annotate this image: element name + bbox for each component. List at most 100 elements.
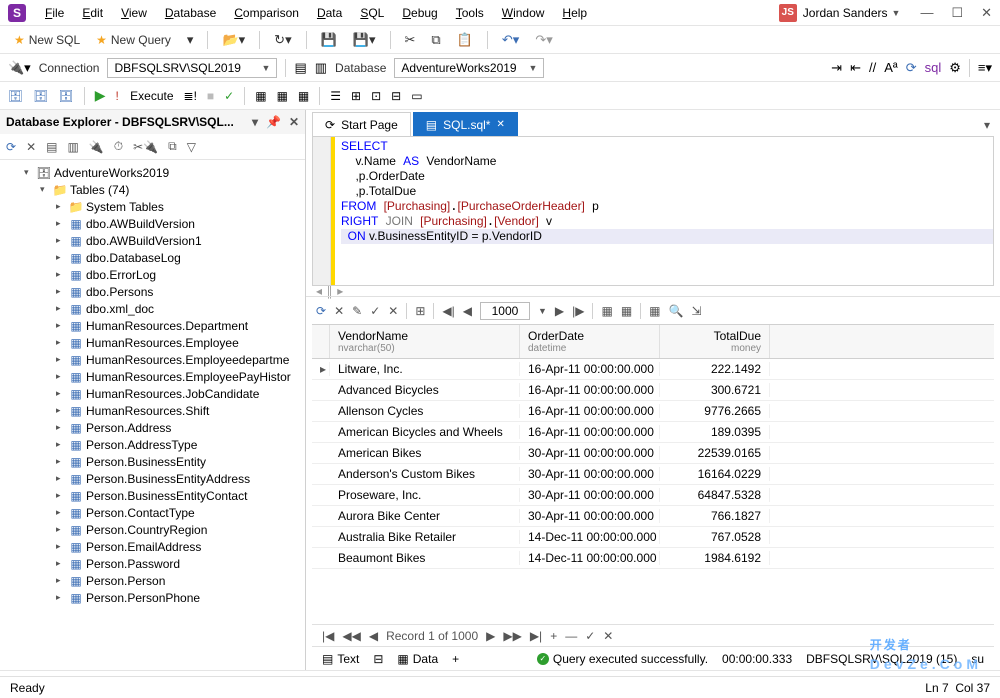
- last-page-icon[interactable]: |▶: [572, 304, 584, 318]
- tree-table[interactable]: ▸▦Person.PersonPhone: [0, 589, 305, 606]
- db-action-3[interactable]: 🗄: [58, 89, 73, 103]
- grid-row[interactable]: ▸Litware, Inc.16-Apr-11 00:00:00.000222.…: [312, 359, 994, 380]
- menu-tools[interactable]: Tools: [447, 6, 493, 20]
- grid-row[interactable]: Advanced Bicycles16-Apr-11 00:00:00.0003…: [312, 380, 994, 401]
- tree-table[interactable]: ▸▦dbo.AWBuildVersion: [0, 215, 305, 232]
- grid-row[interactable]: Aurora Bike Center30-Apr-11 00:00:00.000…: [312, 506, 994, 527]
- tab-close-icon[interactable]: ✕: [496, 119, 504, 130]
- results-grid[interactable]: VendorNamenvarchar(50) OrderDatedatetime…: [312, 324, 994, 670]
- page-size-input[interactable]: [480, 302, 530, 320]
- tree-table[interactable]: ▸▦HumanResources.Department: [0, 317, 305, 334]
- undo-icon[interactable]: ↶▾: [496, 30, 525, 50]
- tree-system-tables[interactable]: ▸📁System Tables: [0, 198, 305, 215]
- save-all-icon[interactable]: 💾▾: [347, 30, 382, 50]
- case-icon[interactable]: Aª: [884, 60, 897, 75]
- menu-debug[interactable]: Debug: [393, 6, 446, 20]
- check-icon[interactable]: ✓: [224, 89, 234, 103]
- plug-icon[interactable]: 🔌▾: [8, 60, 31, 76]
- explorer-dropdown-icon[interactable]: ▾: [252, 115, 258, 129]
- filter-icon-1[interactable]: ▥: [67, 140, 78, 154]
- database-tree[interactable]: ▾🗄AdventureWorks2019 ▾📁Tables (74) ▸📁Sys…: [0, 160, 305, 670]
- tree-table[interactable]: ▸▦Person.ContactType: [0, 504, 305, 521]
- explorer-close-icon[interactable]: ✕: [289, 115, 299, 129]
- layout-icon-1[interactable]: ▦: [601, 304, 612, 318]
- filter-icon-2[interactable]: ▽: [187, 140, 196, 154]
- rollback-icon[interactable]: ✕: [388, 304, 398, 318]
- copy-icon[interactable]: ⧉: [425, 30, 446, 50]
- find-icon[interactable]: 🔍: [669, 304, 684, 318]
- close-button[interactable]: ✕: [981, 5, 992, 21]
- sql-editor[interactable]: SELECT v.Name AS VendorName ,p.OrderDate…: [312, 136, 994, 286]
- tree-table[interactable]: ▸▦Person.EmailAddress: [0, 538, 305, 555]
- plug-icon-2[interactable]: 🔌: [89, 140, 104, 154]
- view-icon-4[interactable]: ⊟: [391, 89, 401, 103]
- database-combo[interactable]: AdventureWorks2019▼: [394, 58, 544, 78]
- new-query-button[interactable]: ★New Query: [90, 31, 177, 49]
- db-action-2[interactable]: 🗄: [33, 89, 48, 103]
- format-icon-1[interactable]: ⇥: [831, 60, 842, 76]
- new-conn-icon[interactable]: ▤: [46, 140, 57, 154]
- pin-icon[interactable]: 📌: [266, 115, 281, 129]
- grid-row[interactable]: American Bicycles and Wheels16-Apr-11 00…: [312, 422, 994, 443]
- collapse-icon[interactable]: ✕: [26, 140, 36, 154]
- commit-icon[interactable]: ✓: [370, 304, 380, 318]
- next-page-icon[interactable]: ▶: [555, 304, 564, 318]
- user-name[interactable]: Jordan Sanders: [803, 6, 888, 20]
- tree-table[interactable]: ▸▦dbo.Persons: [0, 283, 305, 300]
- data-view-button[interactable]: ▦ Data: [397, 652, 438, 666]
- db-icon-1[interactable]: ▤: [294, 60, 306, 76]
- recent-icon[interactable]: ⏱: [114, 139, 123, 154]
- connection-combo[interactable]: DBFSQLSRV\SQL2019▼: [107, 58, 277, 78]
- toolbar-dropdown-1[interactable]: ▾: [181, 30, 200, 50]
- tree-table[interactable]: ▸▦Person.Password: [0, 555, 305, 572]
- view-icon-1[interactable]: ☰: [330, 89, 341, 103]
- db-action-1[interactable]: 🗄: [8, 89, 23, 103]
- tree-db-node[interactable]: ▾🗄AdventureWorks2019: [0, 164, 305, 181]
- page-size-dropdown[interactable]: ▼: [538, 306, 547, 316]
- new-sql-button[interactable]: ★New SQL: [8, 31, 86, 49]
- text-view-button[interactable]: ▤ Text: [322, 652, 359, 666]
- grid-row[interactable]: Anderson's Custom Bikes30-Apr-11 00:00:0…: [312, 464, 994, 485]
- export-icon[interactable]: ⇲: [691, 304, 701, 318]
- first-page-icon[interactable]: ◀|: [442, 304, 454, 318]
- paste-icon[interactable]: 📋: [451, 30, 479, 50]
- tree-table[interactable]: ▸▦HumanResources.Shift: [0, 402, 305, 419]
- menu-comparison[interactable]: Comparison: [225, 6, 308, 20]
- stop-icon[interactable]: ■: [207, 89, 214, 103]
- layout-icon-2[interactable]: ▦: [621, 304, 632, 318]
- tree-table[interactable]: ▸▦dbo.xml_doc: [0, 300, 305, 317]
- tree-table[interactable]: ▸▦dbo.ErrorLog: [0, 266, 305, 283]
- param-icon[interactable]: ⚙: [949, 60, 961, 76]
- refresh-icon[interactable]: ⟳: [906, 60, 917, 76]
- grid-row[interactable]: Australia Bike Retailer14-Dec-11 00:00:0…: [312, 527, 994, 548]
- edit-icon[interactable]: ✎: [352, 304, 362, 318]
- tree-table[interactable]: ▸▦Person.BusinessEntity: [0, 453, 305, 470]
- history-icon[interactable]: ↻▾: [268, 30, 297, 50]
- db-icon-2[interactable]: ▥: [315, 60, 327, 76]
- grid-icon-1[interactable]: ▦: [255, 89, 266, 103]
- menu-view[interactable]: View: [112, 6, 156, 20]
- view-icon-3[interactable]: ⊡: [371, 89, 381, 103]
- column-vendorname[interactable]: VendorNamenvarchar(50): [330, 325, 520, 358]
- sql-format-icon[interactable]: sql: [925, 60, 942, 75]
- grid-icon-3[interactable]: ▦: [298, 89, 309, 103]
- tab-sql[interactable]: ▤SQL.sql*✕: [413, 112, 518, 136]
- splitter[interactable]: ◂ ║ ▸: [306, 286, 1000, 296]
- menu-window[interactable]: Window: [493, 6, 554, 20]
- grid-mode-icon[interactable]: ⊞: [415, 304, 425, 318]
- view-sep[interactable]: ⊟: [373, 652, 383, 666]
- add-view-button[interactable]: +: [452, 652, 459, 666]
- grid-row[interactable]: Allenson Cycles16-Apr-11 00:00:00.000977…: [312, 401, 994, 422]
- tree-table[interactable]: ▸▦Person.BusinessEntityContact: [0, 487, 305, 504]
- refresh-tree-icon[interactable]: ⟳: [6, 140, 16, 154]
- column-totaldue[interactable]: TotalDuemoney: [660, 325, 770, 358]
- save-icon[interactable]: 💾: [315, 30, 343, 50]
- tabs-menu-icon[interactable]: ▾: [980, 114, 994, 136]
- record-navigator[interactable]: |◀◀◀◀ Record 1 of 1000 ▶▶▶▶|+—✓✕: [312, 624, 994, 646]
- menu-sql[interactable]: SQL: [351, 6, 393, 20]
- redo-icon[interactable]: ↷▾: [529, 30, 558, 50]
- tree-table[interactable]: ▸▦HumanResources.Employeedepartme: [0, 351, 305, 368]
- tree-table[interactable]: ▸▦HumanResources.JobCandidate: [0, 385, 305, 402]
- menu-edit[interactable]: Edit: [73, 6, 112, 20]
- tree-table[interactable]: ▸▦Person.AddressType: [0, 436, 305, 453]
